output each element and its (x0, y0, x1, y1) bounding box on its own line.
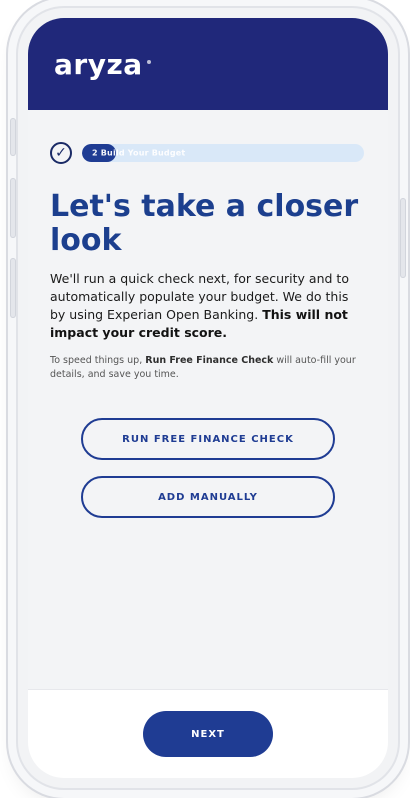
progress-label: 2 Build Your Budget (92, 148, 186, 158)
main-content: ✓ 2 Build Your Budget Let's take a close… (28, 140, 388, 518)
helper-bold: Run Free Finance Check (145, 355, 274, 366)
phone-side-button (400, 198, 406, 278)
helper-pre: To speed things up, (50, 355, 143, 366)
run-finance-check-button[interactable]: RUN FREE FINANCE CHECK (81, 418, 335, 460)
page-title: Let's take a closer look (50, 189, 359, 258)
progress-bar: 2 Build Your Budget (82, 144, 364, 162)
next-button[interactable]: NEXT (143, 711, 273, 757)
brand-name: aryza (54, 47, 143, 81)
brand-logo: aryza (54, 48, 151, 81)
helper-text: To speed things up, Run Free Finance Che… (50, 354, 366, 382)
phone-side-button (10, 258, 16, 318)
progress-row: ✓ 2 Build Your Budget (50, 140, 366, 166)
app-header: aryza (28, 18, 388, 110)
body-text: We'll run a quick check next, for securi… (50, 270, 366, 342)
phone-side-button (10, 178, 16, 238)
brand-mark (146, 59, 151, 64)
check-circle-icon: ✓ (50, 142, 72, 164)
phone-screen: aryza ✓ 2 Build Your Budget Let's take a… (28, 18, 388, 778)
phone-frame: aryza ✓ 2 Build Your Budget Let's take a… (10, 8, 406, 788)
footer-bar: NEXT (28, 689, 388, 778)
phone-side-button (10, 118, 16, 156)
add-manually-button[interactable]: ADD MANUALLY (81, 476, 335, 518)
